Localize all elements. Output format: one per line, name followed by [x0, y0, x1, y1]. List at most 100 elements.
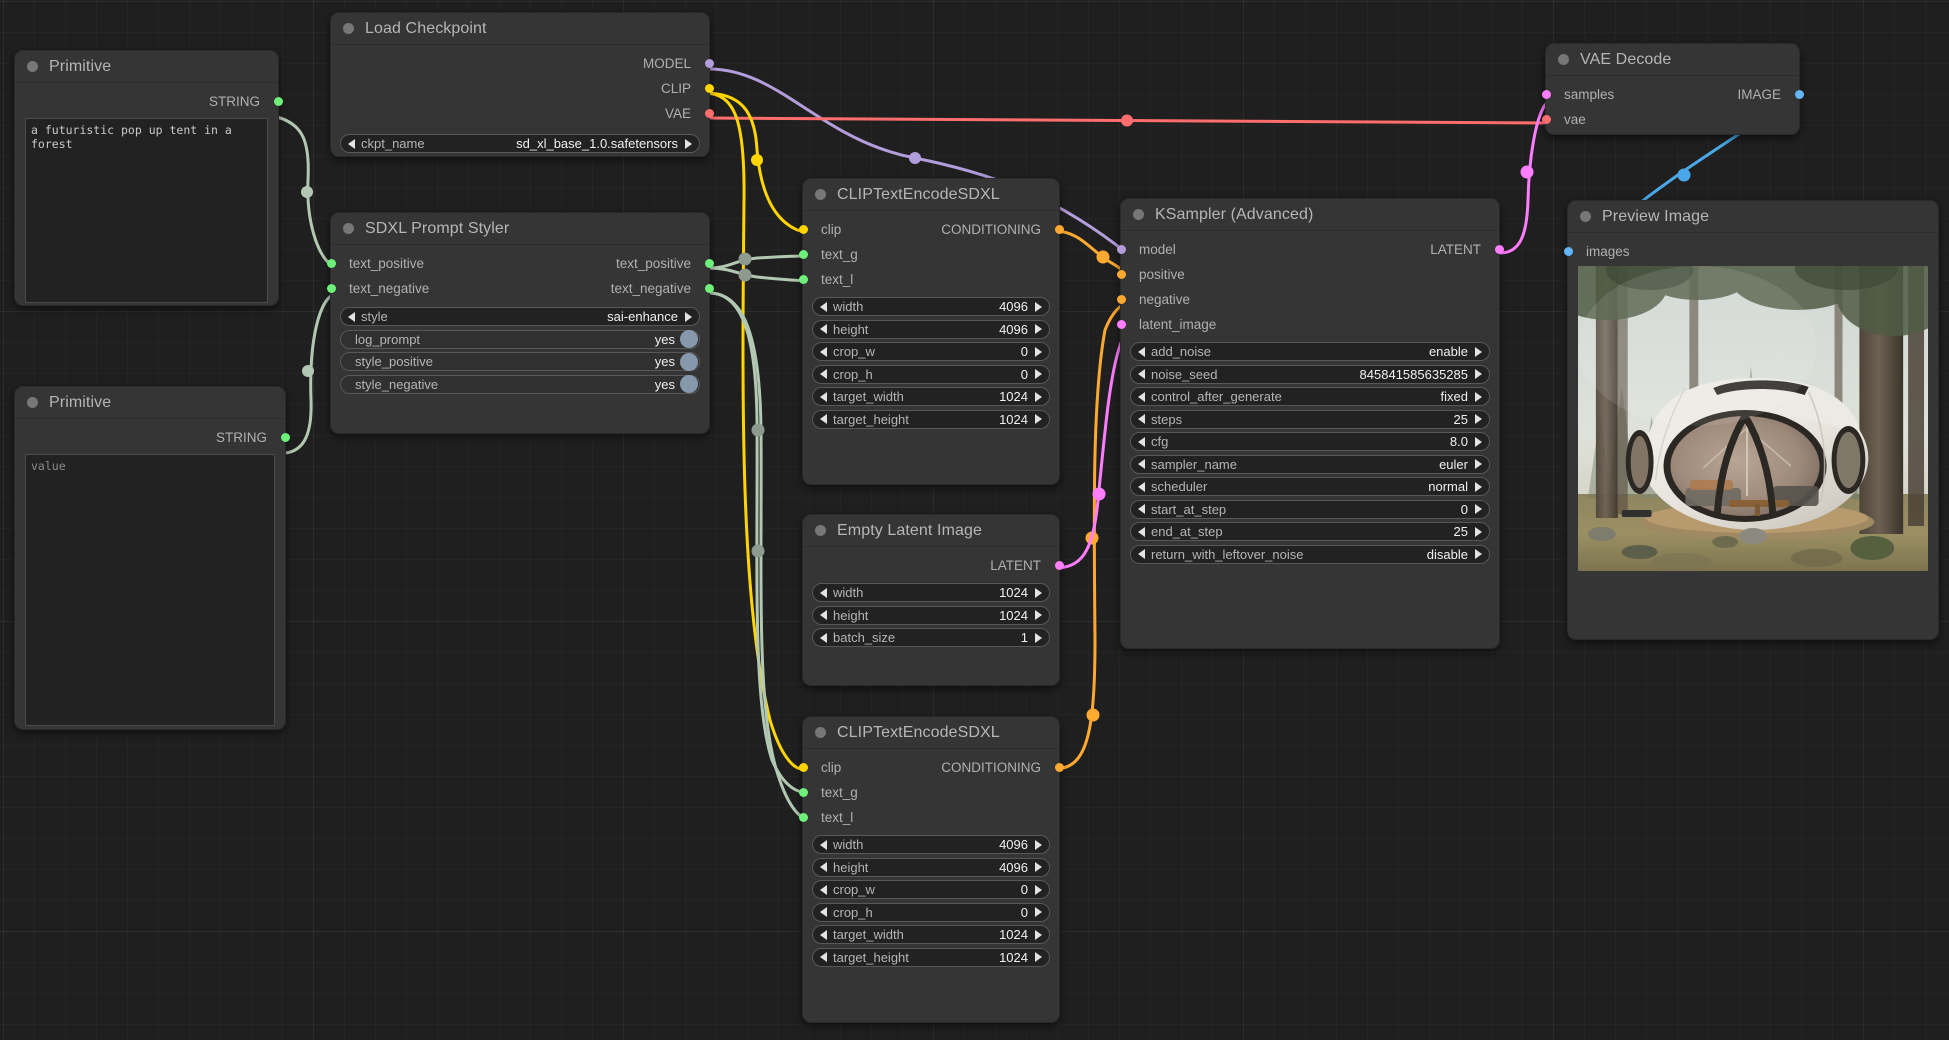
widget-add-noise[interactable]: add_noise enable [1130, 342, 1490, 361]
decrement-arrow-icon[interactable] [820, 324, 827, 334]
collapse-dot-icon[interactable] [1133, 209, 1144, 220]
slot-row-clip[interactable]: clip CONDITIONING [798, 217, 1064, 242]
increment-arrow-icon[interactable] [685, 311, 692, 322]
decrement-arrow-icon[interactable] [820, 632, 827, 643]
node-title-bar[interactable]: Preview Image [1568, 201, 1938, 233]
decrement-arrow-icon[interactable] [1138, 459, 1145, 469]
decrement-arrow-icon[interactable] [1138, 436, 1145, 447]
increment-arrow-icon[interactable] [1035, 391, 1042, 402]
widget-height[interactable]: height 4096 [812, 319, 1050, 339]
node-clip-text-encode-positive[interactable]: CLIPTextEncodeSDXL clip CONDITIONING tex… [798, 178, 1064, 485]
increment-arrow-icon[interactable] [1475, 481, 1482, 492]
slot-row-images[interactable]: images [1563, 239, 1938, 264]
collapse-dot-icon[interactable] [343, 223, 354, 234]
collapse-dot-icon[interactable] [1580, 211, 1591, 222]
widget-target-height[interactable]: target_height 1024 [812, 409, 1050, 429]
slot-row-positive[interactable]: positive [1116, 262, 1499, 287]
collapse-dot-icon[interactable] [815, 189, 826, 200]
decrement-arrow-icon[interactable] [1138, 414, 1145, 424]
slot-row-text-negative[interactable]: text_negative text_negative [326, 276, 714, 301]
text-value-input[interactable]: value [25, 454, 275, 726]
slot-row-vae[interactable]: vae [1541, 107, 1799, 132]
increment-arrow-icon[interactable] [1475, 346, 1482, 357]
decrement-arrow-icon[interactable] [1138, 369, 1145, 379]
widget-crop-w[interactable]: crop_w 0 [812, 342, 1050, 361]
decrement-arrow-icon[interactable] [820, 610, 827, 620]
decrement-arrow-icon[interactable] [820, 301, 827, 312]
decrement-arrow-icon[interactable] [1138, 346, 1145, 357]
widget-width[interactable]: width 4096 [812, 835, 1050, 854]
decrement-arrow-icon[interactable] [820, 884, 827, 895]
output-slot-vae[interactable]: VAE [331, 101, 714, 126]
output-slot-string[interactable]: STRING [15, 425, 290, 450]
collapse-dot-icon[interactable] [343, 23, 354, 34]
widget-start-at-step[interactable]: start_at_step 0 [1130, 499, 1490, 519]
node-title-bar[interactable]: Empty Latent Image [803, 515, 1059, 547]
widget-width[interactable]: width 1024 [812, 583, 1050, 602]
widget-target-width[interactable]: target_width 1024 [812, 925, 1050, 944]
increment-arrow-icon[interactable] [1035, 839, 1042, 850]
collapse-dot-icon[interactable] [27, 397, 38, 408]
collapse-dot-icon[interactable] [815, 525, 826, 536]
slot-row-text-positive[interactable]: text_positive text_positive [326, 251, 714, 276]
decrement-arrow-icon[interactable] [820, 952, 827, 962]
increment-arrow-icon[interactable] [1035, 907, 1042, 917]
node-graph-canvas[interactable]: Primitive STRING a futuristic pop up ten… [0, 0, 1949, 1040]
increment-arrow-icon[interactable] [1475, 549, 1482, 559]
node-title-bar[interactable]: CLIPTextEncodeSDXL [803, 717, 1059, 749]
slot-row-text-l[interactable]: text_l [798, 267, 1059, 292]
widget-height[interactable]: height 4096 [812, 857, 1050, 877]
widget-height[interactable]: height 1024 [812, 605, 1050, 625]
widget-return-with-leftover-noise[interactable]: return_with_leftover_noise disable [1130, 544, 1490, 564]
widget-noise-seed[interactable]: noise_seed 845841585635285 [1130, 364, 1490, 384]
increment-arrow-icon[interactable] [1035, 929, 1042, 940]
decrement-arrow-icon[interactable] [348, 138, 355, 149]
slot-dot-image[interactable] [1794, 90, 1804, 99]
slot-row-latent-image[interactable]: latent_image [1116, 312, 1499, 337]
increment-arrow-icon[interactable] [1035, 346, 1042, 357]
toggle-knob-icon[interactable] [680, 330, 698, 348]
decrement-arrow-icon[interactable] [348, 311, 355, 322]
toggle-knob-icon[interactable] [680, 352, 698, 371]
node-sdxl-prompt-styler[interactable]: SDXL Prompt Styler text_positive text_po… [326, 212, 714, 434]
node-title-bar[interactable]: Primitive [15, 387, 285, 419]
widget-crop-h[interactable]: crop_h 0 [812, 902, 1050, 922]
decrement-arrow-icon[interactable] [820, 839, 827, 850]
slot-row-text-l[interactable]: text_l [798, 805, 1059, 830]
increment-arrow-icon[interactable] [1035, 587, 1042, 598]
decrement-arrow-icon[interactable] [1138, 504, 1145, 514]
node-title-bar[interactable]: KSampler (Advanced) [1121, 199, 1499, 231]
increment-arrow-icon[interactable] [1035, 414, 1042, 424]
node-title-bar[interactable]: Load Checkpoint [331, 13, 709, 45]
slot-row-text-g[interactable]: text_g [798, 780, 1059, 805]
widget-cfg[interactable]: cfg 8.0 [1130, 432, 1490, 451]
slot-row-negative[interactable]: negative [1116, 287, 1499, 312]
decrement-arrow-icon[interactable] [820, 414, 827, 424]
collapse-dot-icon[interactable] [815, 727, 826, 738]
slot-row-samples[interactable]: samples IMAGE [1541, 82, 1804, 107]
widget-target-height[interactable]: target_height 1024 [812, 947, 1050, 967]
increment-arrow-icon[interactable] [1475, 526, 1482, 537]
widget-crop-w[interactable]: crop_w 0 [812, 880, 1050, 899]
node-title-bar[interactable]: VAE Decode [1546, 44, 1799, 76]
output-slot-model[interactable]: MODEL [331, 51, 714, 76]
increment-arrow-icon[interactable] [1035, 610, 1042, 620]
slot-dot-conditioning[interactable] [1054, 225, 1064, 234]
decrement-arrow-icon[interactable] [1138, 391, 1145, 402]
widget-batch-size[interactable]: batch_size 1 [812, 628, 1050, 647]
slot-dot-conditioning[interactable] [1054, 763, 1064, 772]
slot-dot-latent[interactable] [1494, 245, 1504, 254]
node-title-bar[interactable]: Primitive [15, 51, 278, 83]
toggle-knob-icon[interactable] [680, 375, 698, 393]
widget-sampler-name[interactable]: sampler_name euler [1130, 454, 1490, 474]
widget-ckpt-name[interactable]: ckpt_name sd_xl_base_1.0.safetensors [340, 134, 700, 153]
node-primitive-top[interactable]: Primitive STRING a futuristic pop up ten… [14, 50, 283, 306]
widget-end-at-step[interactable]: end_at_step 25 [1130, 522, 1490, 541]
widget-style-positive[interactable]: style_positive yes [340, 352, 700, 371]
slot-row-text-g[interactable]: text_g [798, 242, 1059, 267]
node-empty-latent-image[interactable]: Empty Latent Image LATENT width 1024 hei… [802, 514, 1064, 686]
image-preview-container[interactable] [1578, 266, 1928, 571]
widget-steps[interactable]: steps 25 [1130, 409, 1490, 429]
widget-style[interactable]: style sai-enhance [340, 307, 700, 326]
collapse-dot-icon[interactable] [27, 61, 38, 72]
